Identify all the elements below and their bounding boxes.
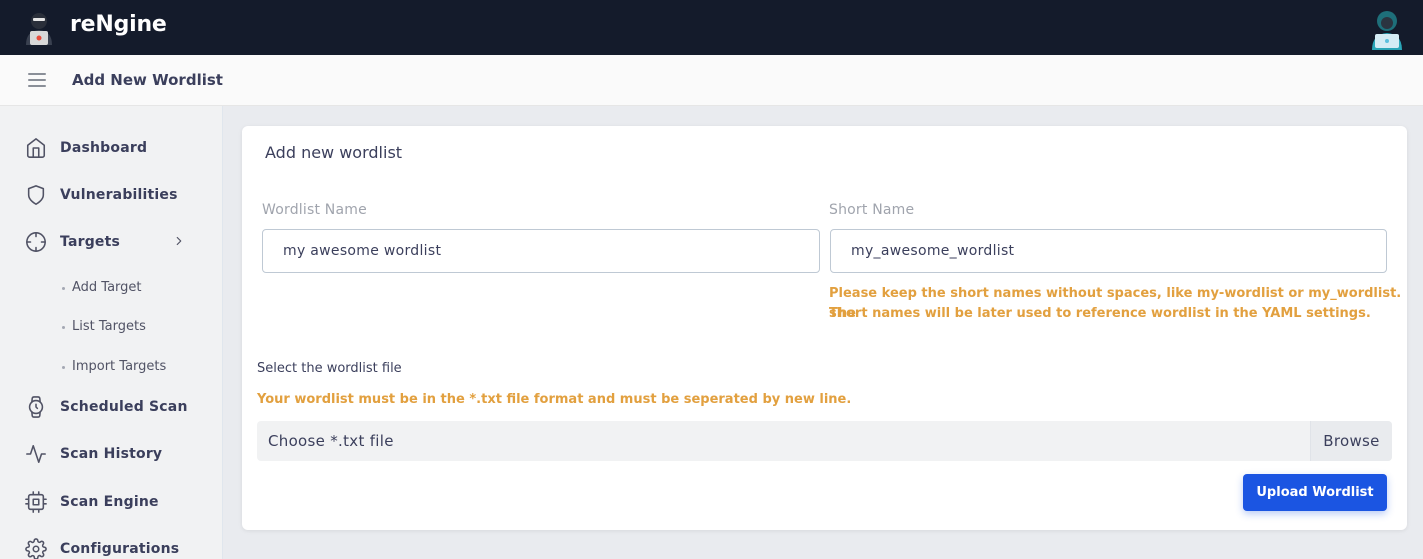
add-wordlist-card: Add new wordlist Wordlist Name Short Nam… bbox=[242, 126, 1407, 530]
shield-icon bbox=[27, 185, 45, 205]
sidebar-item-label: Dashboard bbox=[60, 140, 148, 156]
sidebar-item-label: Configurations bbox=[60, 541, 180, 557]
sidebar-item-scan-history[interactable]: Scan History bbox=[0, 440, 223, 470]
wordlist-file-input[interactable]: Choose *.txt file Browse bbox=[257, 421, 1392, 461]
file-format-help: Your wordlist must be in the *.txt file … bbox=[257, 392, 852, 407]
upload-wordlist-button[interactable]: Upload Wordlist bbox=[1243, 474, 1387, 511]
sidebar-subitem-add-target[interactable]: Add Target bbox=[60, 278, 210, 300]
sidebar-item-targets[interactable]: Targets bbox=[0, 228, 223, 258]
activity-icon bbox=[26, 444, 46, 464]
sidebar-item-vulnerabilities[interactable]: Vulnerabilities bbox=[0, 181, 223, 211]
brand-name[interactable]: reNgine bbox=[70, 12, 167, 37]
home-icon bbox=[26, 138, 46, 158]
sidebar-subitem-label: List Targets bbox=[72, 319, 146, 334]
sidebar: Dashboard Vulnerabilities Targets Add Ta… bbox=[0, 106, 223, 559]
sidebar-subitem-list-targets[interactable]: List Targets bbox=[60, 317, 210, 339]
sidebar-item-label: Scheduled Scan bbox=[60, 399, 188, 415]
sidebar-item-scan-engine[interactable]: Scan Engine bbox=[0, 488, 223, 518]
sidebar-item-label: Vulnerabilities bbox=[60, 187, 178, 203]
hacker-logo-icon[interactable] bbox=[22, 11, 56, 47]
cpu-icon bbox=[25, 491, 47, 513]
file-select-label: Select the wordlist file bbox=[257, 361, 402, 376]
short-name-input[interactable] bbox=[830, 229, 1387, 273]
sidebar-subitem-label: Import Targets bbox=[72, 359, 167, 374]
sidebar-item-configurations[interactable]: Configurations bbox=[0, 535, 223, 559]
wordlist-name-label: Wordlist Name bbox=[262, 202, 367, 218]
sidebar-item-label: Targets bbox=[60, 234, 121, 250]
sidebar-subitem-label: Add Target bbox=[72, 280, 142, 295]
short-name-label: Short Name bbox=[829, 202, 915, 218]
page-title: Add New Wordlist bbox=[72, 71, 223, 89]
sidebar-subitem-import-targets[interactable]: Import Targets bbox=[60, 357, 210, 379]
wordlist-name-input[interactable] bbox=[262, 229, 820, 273]
chevron-right-icon[interactable] bbox=[172, 234, 186, 248]
hamburger-menu-icon[interactable] bbox=[28, 73, 46, 87]
short-name-help-line2: short names will be later used to refere… bbox=[829, 306, 1371, 321]
watch-icon bbox=[28, 396, 44, 418]
bullet-icon bbox=[62, 366, 65, 369]
sidebar-item-label: Scan Engine bbox=[60, 494, 159, 510]
sidebar-item-scheduled-scan[interactable]: Scheduled Scan bbox=[0, 393, 223, 423]
user-avatar-icon[interactable] bbox=[1368, 8, 1406, 50]
sidebar-item-dashboard[interactable]: Dashboard bbox=[0, 134, 223, 164]
sidebar-item-label: Scan History bbox=[60, 446, 163, 462]
browse-button[interactable]: Browse bbox=[1310, 421, 1392, 461]
bullet-icon bbox=[62, 326, 65, 329]
crosshair-icon bbox=[26, 232, 46, 252]
top-navbar: reNgine bbox=[0, 0, 1423, 55]
bullet-icon bbox=[62, 287, 65, 290]
gear-icon bbox=[25, 538, 47, 559]
file-input-placeholder: Choose *.txt file bbox=[268, 432, 394, 450]
card-title: Add new wordlist bbox=[265, 143, 403, 162]
